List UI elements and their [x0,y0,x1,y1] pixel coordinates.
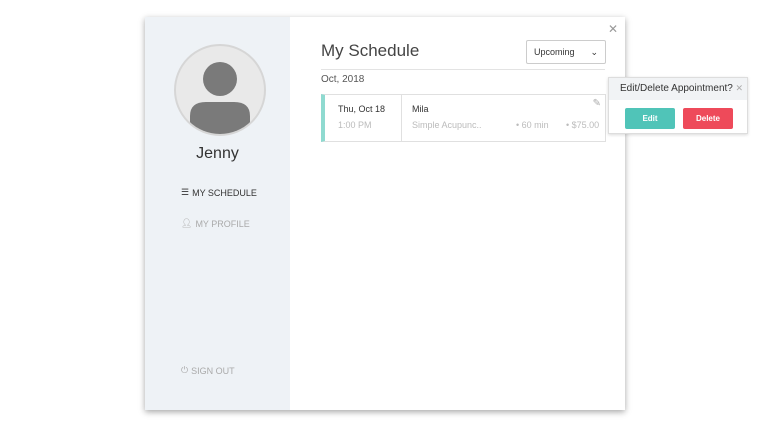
nav-my-schedule[interactable]: ☰ MY SCHEDULE [181,187,257,198]
appointment-info: Mila Simple Acupunc.. • 60 min • $75.00 … [412,98,601,130]
user-silhouette-icon [190,62,250,134]
power-icon: ⏻ [181,365,189,375]
user-icon: 👤︎ [181,218,193,228]
sign-out-link[interactable]: ⏻ SIGN OUT [181,365,235,376]
close-icon[interactable]: ✕ [608,22,618,36]
main-panel: ✕ My Schedule Upcoming ⌄ Oct, 2018 Thu, O… [290,17,625,410]
pencil-icon[interactable]: ✎ [593,98,601,109]
sidebar: Jenny ☰ MY SCHEDULE 👤︎ MY PROFILE ⏻ SIGN OU… [145,17,290,410]
appointment-card[interactable]: Thu, Oct 18 1:00 PM Mila Simple Acupunc.… [321,94,606,142]
edit-button[interactable]: Edit [625,108,675,129]
appointment-datetime: Thu, Oct 18 1:00 PM [325,95,402,141]
divider [321,69,605,70]
popover-title: Edit/Delete Appointment? [620,83,733,94]
avatar [174,44,266,136]
close-icon[interactable]: ✕ [735,83,743,94]
page-title: My Schedule [321,41,420,60]
month-heading: Oct, 2018 [321,74,365,85]
list-icon: ☰ [181,187,190,197]
filter-select[interactable]: Upcoming ⌄ [526,40,606,64]
user-name: Jenny [196,145,239,162]
nav-my-profile[interactable]: 👤︎ MY PROFILE [181,218,250,229]
chevron-down-icon: ⌄ [590,47,598,57]
schedule-modal: Jenny ☰ MY SCHEDULE 👤︎ MY PROFILE ⏻ SIGN OU… [145,17,625,410]
edit-delete-popover: Edit/Delete Appointment? ✕ Edit Delete [608,77,748,134]
delete-button[interactable]: Delete [683,108,733,129]
